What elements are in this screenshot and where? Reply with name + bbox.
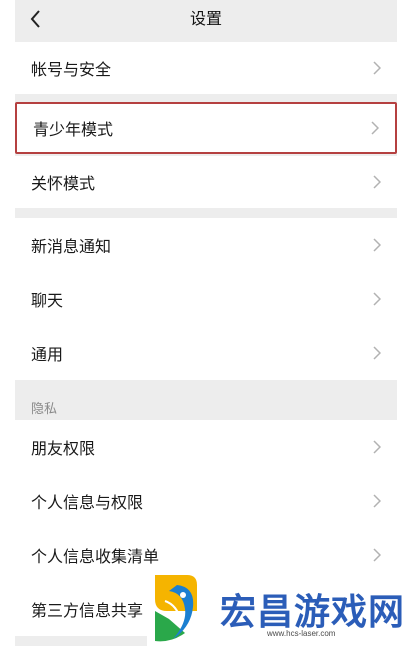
settings-screen: 设置 帐号与安全 青少年模式 关怀模式 新消息通知 聊天 通用 隐私 朋友权限 …	[0, 0, 409, 646]
chevron-right-icon	[371, 121, 379, 135]
settings-row-youth-mode[interactable]: 青少年模式	[15, 102, 397, 154]
settings-row-friend-permissions[interactable]: 朋友权限	[15, 420, 397, 474]
settings-row-general[interactable]: 通用	[15, 326, 397, 380]
chevron-right-icon	[373, 548, 381, 562]
watermark-brand: 宏昌游戏网	[220, 592, 406, 633]
row-label: 青少年模式	[33, 120, 114, 139]
row-label: 通用	[31, 345, 64, 364]
settings-row-chat[interactable]: 聊天	[15, 272, 397, 326]
chevron-right-icon	[373, 346, 381, 360]
row-label: 第三方信息共享	[31, 601, 144, 620]
row-label: 帐号与安全	[31, 60, 112, 79]
settings-row-care-mode[interactable]: 关怀模式	[15, 156, 397, 208]
settings-row-personal-info-permissions[interactable]: 个人信息与权限	[15, 474, 397, 528]
chevron-right-icon	[373, 238, 381, 252]
dragon-logo-icon	[155, 575, 197, 642]
settings-row-account-security[interactable]: 帐号与安全	[15, 42, 397, 94]
row-label: 关怀模式	[31, 174, 96, 193]
chevron-right-icon	[373, 175, 381, 189]
chevron-right-icon	[373, 61, 381, 75]
row-label: 朋友权限	[31, 439, 96, 458]
row-label: 个人信息与权限	[31, 493, 144, 512]
page-title: 设置	[189, 9, 222, 28]
row-label: 聊天	[31, 291, 64, 310]
chevron-right-icon	[373, 292, 381, 306]
row-label: 个人信息收集清单	[31, 547, 160, 566]
privacy-section-label: 隐私	[31, 402, 58, 417]
chevron-right-icon	[373, 494, 381, 508]
settings-row-new-message-notification[interactable]: 新消息通知	[15, 218, 397, 272]
chevron-right-icon	[373, 440, 381, 454]
nav-bar: 设置	[15, 0, 397, 40]
row-label: 新消息通知	[31, 237, 112, 256]
watermark-url: www.hcs-laser.com	[267, 629, 336, 638]
watermark: 宏昌游戏网 www.hcs-laser.com	[147, 571, 409, 646]
